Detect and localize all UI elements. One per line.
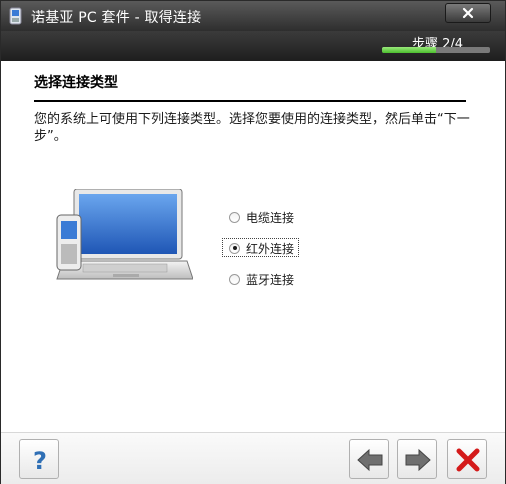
radio-button[interactable] xyxy=(229,242,240,254)
close-button[interactable] xyxy=(445,3,491,23)
arrow-left-icon xyxy=(357,448,383,472)
back-button[interactable] xyxy=(349,439,389,479)
progress-bar xyxy=(382,47,490,53)
cancel-button[interactable] xyxy=(447,439,487,479)
close-icon xyxy=(462,7,474,19)
radio-label-bluetooth: 蓝牙连接 xyxy=(246,272,295,287)
progress-fill xyxy=(382,47,436,53)
radio-label-cable: 电缆连接 xyxy=(246,210,295,225)
window-title: 诺基亚 PC 套件 - 取得连接 xyxy=(31,10,202,26)
radio-button[interactable] xyxy=(229,273,240,285)
next-button[interactable] xyxy=(397,439,437,479)
heading-divider xyxy=(34,100,466,102)
svg-text:?: ? xyxy=(33,447,47,475)
title-bar: 诺基亚 PC 套件 - 取得连接 xyxy=(1,1,505,31)
radio-label-infrared: 红外连接 xyxy=(246,241,295,256)
laptop-phone-illustration xyxy=(56,189,193,280)
wizard-window: 诺基亚 PC 套件 - 取得连接 步骤 2/4 选择连接类型 您的系统上可使用下… xyxy=(0,0,506,484)
arrow-right-icon xyxy=(405,448,431,472)
radio-button[interactable] xyxy=(229,211,240,223)
radio-bluetooth-connection[interactable]: 蓝牙连接 xyxy=(229,271,294,287)
description-text: 您的系统上可使用下列连接类型。选择您要使用的连接类型，然后单击“下一步”。 xyxy=(34,112,470,144)
question-mark-icon: ? xyxy=(33,447,47,475)
help-button[interactable]: ? xyxy=(19,439,59,479)
red-x-icon xyxy=(456,448,480,472)
nokia-phone-icon xyxy=(9,7,22,25)
page-title: 选择连接类型 xyxy=(34,75,118,91)
radio-infrared-connection[interactable]: 红外连接 xyxy=(229,240,294,256)
radio-cable-connection[interactable]: 电缆连接 xyxy=(229,209,294,225)
step-bar: 步骤 2/4 xyxy=(1,31,505,61)
